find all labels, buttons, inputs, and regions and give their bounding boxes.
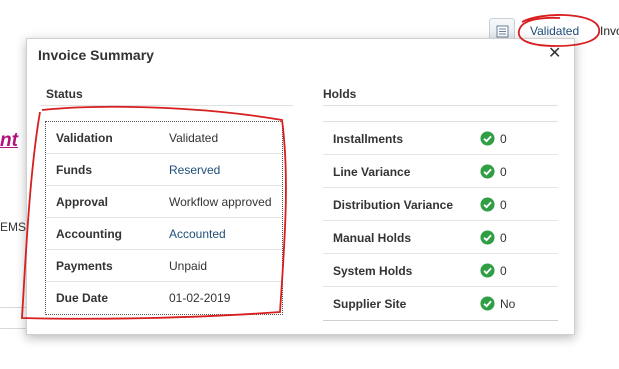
status-row-payments: Payments Unpaid [46, 250, 282, 282]
partial-page-link[interactable]: nt [0, 130, 18, 152]
status-value: 01-02-2019 [169, 291, 231, 305]
hold-count: 0 [500, 132, 507, 146]
status-section-title: Status [46, 87, 83, 101]
hold-count: 0 [500, 198, 507, 212]
hold-row-line-variance: Line Variance 0 [323, 155, 558, 188]
status-label: Validation [56, 131, 113, 145]
check-circle-icon [480, 197, 495, 212]
hold-count: 0 [500, 264, 507, 278]
status-divider [41, 105, 293, 106]
hold-row-installments: Installments 0 [323, 122, 558, 155]
popup-title: Invoice Summary [38, 47, 154, 63]
status-label: Payments [56, 259, 113, 273]
status-value: Validated [169, 131, 219, 145]
hold-row-distribution-variance: Distribution Variance 0 [323, 188, 558, 221]
status-value: Workflow approved [169, 195, 272, 209]
check-circle-icon [480, 296, 495, 311]
hold-count: 0 [500, 231, 507, 245]
status-label: Accounting [56, 227, 122, 241]
check-circle-icon [480, 164, 495, 179]
holds-divider [323, 105, 558, 106]
status-table: Validation Validated Funds Reserved Appr… [45, 121, 283, 315]
hold-row-supplier-site: Supplier Site No [323, 287, 558, 320]
hold-label: Installments [333, 132, 404, 146]
status-label: Due Date [56, 291, 109, 305]
holds-table: Installments 0 Line Variance 0 Distribut… [323, 121, 558, 321]
check-circle-icon [480, 230, 495, 245]
invoice-summary-popup: Invoice Summary ✕ Status Holds Validatio… [26, 38, 575, 335]
check-circle-icon [480, 131, 495, 146]
partial-header-text: Invo [600, 24, 619, 38]
validated-status-link[interactable]: Validated [530, 24, 579, 38]
status-label: Funds [56, 163, 92, 177]
accounting-link[interactable]: Accounted [169, 227, 226, 241]
status-row-approval: Approval Workflow approved [46, 186, 282, 218]
hold-label: Line Variance [333, 165, 411, 179]
hold-label: Distribution Variance [333, 198, 454, 212]
close-button[interactable]: ✕ [548, 45, 561, 63]
holds-section-title: Holds [323, 87, 357, 101]
status-row-due-date: Due Date 01-02-2019 [46, 282, 282, 314]
partial-page-text: EMS [0, 220, 27, 234]
hold-row-manual-holds: Manual Holds 0 [323, 221, 558, 254]
hold-label: Supplier Site [333, 297, 407, 311]
hold-count: No [500, 297, 516, 311]
status-row-validation: Validation Validated [46, 122, 282, 154]
status-label: Approval [56, 195, 109, 209]
status-row-funds: Funds Reserved [46, 154, 282, 186]
hold-row-system-holds: System Holds 0 [323, 254, 558, 287]
list-icon [496, 25, 509, 38]
hold-label: Manual Holds [333, 231, 412, 245]
check-circle-icon [480, 263, 495, 278]
hold-count: 0 [500, 165, 507, 179]
status-value: Unpaid [169, 259, 208, 273]
hold-label: System Holds [333, 264, 413, 278]
funds-link[interactable]: Reserved [169, 163, 220, 177]
close-icon: ✕ [548, 45, 562, 62]
status-row-accounting: Accounting Accounted [46, 218, 282, 250]
